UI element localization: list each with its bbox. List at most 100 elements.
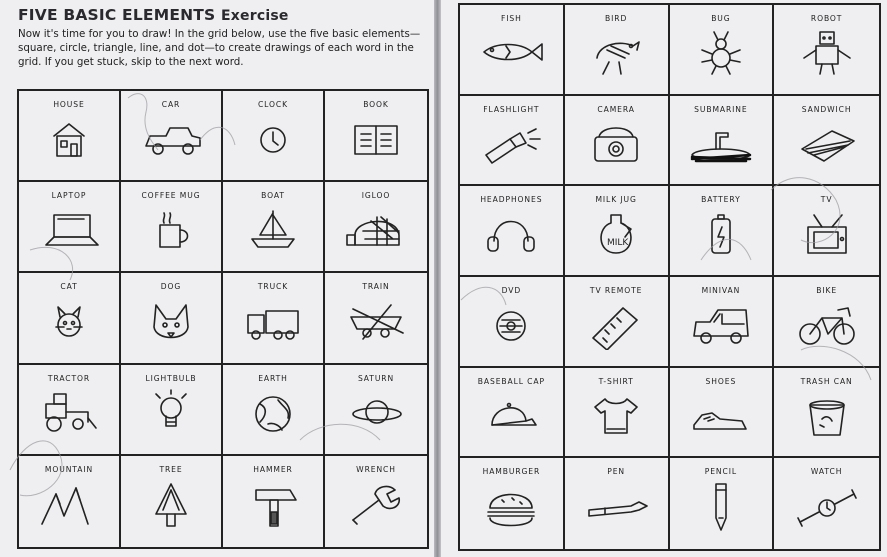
grid-cell-bug: BUG (669, 5, 775, 96)
word-label-mountain: MOUNTAIN (44, 464, 94, 474)
word-label-coffee-mug: COFFEE MUG (141, 191, 201, 201)
grid-cell-tv: TV (774, 186, 879, 277)
drawing-coffee-mug (136, 205, 206, 255)
word-label-shoes: SHOES (705, 376, 737, 386)
word-label-saturn: SATURN (357, 373, 395, 383)
grid-cell-camera: CAMERA (564, 95, 670, 187)
grid-cell-minivan: MINIVAN (669, 276, 775, 368)
exercise-header: FIVE BASIC ELEMENTS Exercise Now it's ti… (18, 6, 428, 69)
drawing-car (136, 114, 206, 164)
drawing-tv (792, 209, 862, 259)
drawing-t-shirt (581, 391, 651, 441)
grid-cell-bird: BIRD (564, 5, 670, 96)
grid-cell-flashlight: FLASHLIGHT (460, 95, 565, 187)
word-label-robot: ROBOT (810, 14, 843, 23)
drawing-boat (238, 205, 308, 255)
grid-cell-pen: PEN (565, 458, 670, 549)
word-label-house: HOUSE (53, 100, 85, 109)
grid-cell-dvd: DVD (460, 276, 565, 368)
grid-cell-fish: FISH (460, 5, 565, 96)
grid-cell-headphones: HEADPHONES (460, 186, 565, 277)
word-label-fish: FISH (501, 14, 522, 23)
drawing-bird (581, 28, 651, 78)
grid-cell-baseball-cap: BASEBALL CAP (460, 367, 565, 459)
word-label-cat: CAT (60, 282, 78, 292)
word-label-dog: DOG (160, 282, 182, 292)
drawing-earth (238, 388, 308, 438)
drawing-truck (238, 297, 308, 347)
drawing-minivan (686, 300, 756, 350)
word-label-tree: TREE (159, 464, 183, 474)
word-label-pencil: PENCIL (704, 467, 737, 477)
drawing-lightbulb (136, 388, 206, 438)
word-label-tv-remote: TV REMOTE (589, 285, 643, 295)
word-label-truck: TRUCK (257, 282, 289, 292)
grid-cell-saturn: SATURN (325, 365, 427, 456)
word-label-watch: WATCH (810, 467, 843, 477)
word-label-submarine: SUBMARINE (694, 104, 748, 114)
drawing-wrench (341, 480, 411, 530)
grid-cell-hamburger: HAMBURGER (460, 458, 565, 549)
grid-cell-tree: TREE (121, 455, 223, 547)
book-gutter (434, 0, 441, 557)
word-label-wrench: WRENCH (356, 464, 396, 474)
word-label-sandwich: SANDWICH (801, 104, 852, 114)
word-label-tv: TV (820, 195, 833, 205)
right-page: FISH BIRD BUG ROBOT FLASHLIGHT CAMERA SUBMARIN… (441, 0, 887, 557)
grid-cell-pencil: PENCIL (670, 458, 775, 549)
grid-cell-robot: ROBOT (774, 5, 879, 96)
word-label-bird: BIRD (605, 14, 628, 23)
drawing-tv-remote (581, 300, 651, 351)
drawing-flashlight (476, 119, 546, 169)
grid-cell-battery: BATTERY (669, 186, 775, 277)
grid-cell-clock: CLOCK (223, 91, 325, 183)
grid-cell-mountain: MOUNTAIN (19, 455, 121, 547)
word-label-book: BOOK (363, 100, 389, 109)
drawing-bike (792, 300, 862, 350)
right-drawing-grid: FISH BIRD BUG ROBOT FLASHLIGHT CAMERA SUBMARIN… (458, 3, 881, 551)
drawing-headphones (476, 209, 546, 259)
drawing-clock (238, 114, 308, 164)
grid-cell-sandwich: SANDWICH (774, 96, 879, 187)
word-label-baseball-cap: BASEBALL CAP (477, 376, 545, 386)
drawing-fish (476, 28, 546, 78)
drawing-igloo (341, 205, 411, 255)
word-label-car: CAR (161, 100, 181, 109)
word-label-hamburger: HAMBURGER (482, 467, 541, 477)
grid-cell-milk-jug: MILK JUG MILK (564, 186, 670, 277)
drawing-battery (686, 209, 756, 259)
left-page: FIVE BASIC ELEMENTS Exercise Now it's ti… (0, 0, 434, 557)
grid-cell-shoes: SHOES (669, 367, 775, 459)
drawing-camera (581, 119, 651, 169)
drawing-laptop (34, 205, 104, 255)
grid-cell-coffee-mug: COFFEE MUG (121, 182, 223, 274)
drawing-tree (136, 480, 206, 530)
word-label-bike: BIKE (816, 285, 838, 295)
grid-cell-igloo: IGLOO (325, 182, 427, 274)
drawing-watch (792, 482, 862, 532)
word-label-laptop: LAPTOP (51, 191, 87, 201)
drawing-bug (686, 28, 756, 78)
drawing-house (34, 114, 104, 164)
word-label-train: TRAIN (362, 282, 390, 292)
drawing-book (341, 114, 411, 164)
drawing-pencil (686, 482, 756, 532)
grid-cell-truck: TRUCK (223, 273, 325, 365)
word-label-headphones: HEADPHONES (480, 195, 543, 205)
word-label-earth: EARTH (258, 373, 288, 383)
grid-cell-train: TRAIN (325, 273, 427, 365)
grid-cell-cat: CAT (19, 273, 121, 365)
word-label-tractor: TRACTOR (47, 373, 91, 383)
word-label-hammer: HAMMER (253, 464, 293, 474)
grid-cell-laptop: LAPTOP (19, 182, 121, 274)
grid-cell-trash-can: TRASH CAN (774, 368, 879, 459)
drawing-baseball-cap (476, 391, 546, 441)
milk-label: MILK (607, 238, 629, 248)
word-label-bug: BUG (711, 14, 731, 23)
grid-cell-hammer: HAMMER (223, 455, 325, 547)
word-label-clock: CLOCK (257, 100, 289, 109)
grid-cell-house: HOUSE (19, 91, 121, 183)
drawing-train (341, 297, 411, 347)
grid-cell-tractor: TRACTOR (19, 364, 121, 456)
grid-cell-boat: BOAT (223, 182, 325, 274)
